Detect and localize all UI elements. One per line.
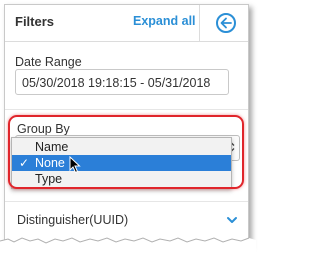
section-divider <box>5 201 248 202</box>
date-range-input[interactable]: 05/30/2018 19:18:15 - 05/31/2018 <box>15 69 229 95</box>
distinguisher-label: Distinguisher(UUID) <box>17 213 129 227</box>
filters-title: Filters <box>15 14 55 29</box>
filters-header: Filters Expand all <box>5 5 248 42</box>
filters-panel: Filters Expand all Date Range 05/30/2018… <box>4 4 249 246</box>
arrow-left-circle-icon <box>216 13 236 33</box>
expand-all-link[interactable]: Expand all <box>133 14 196 28</box>
mouse-pointer-icon <box>69 156 81 174</box>
chevron-down-icon[interactable] <box>226 215 238 225</box>
section-divider <box>5 109 248 110</box>
torn-edge-decoration <box>0 237 256 258</box>
collapse-panel-button[interactable] <box>199 5 248 41</box>
date-range-label: Date Range <box>15 55 82 69</box>
highlight-annotation <box>8 115 244 189</box>
